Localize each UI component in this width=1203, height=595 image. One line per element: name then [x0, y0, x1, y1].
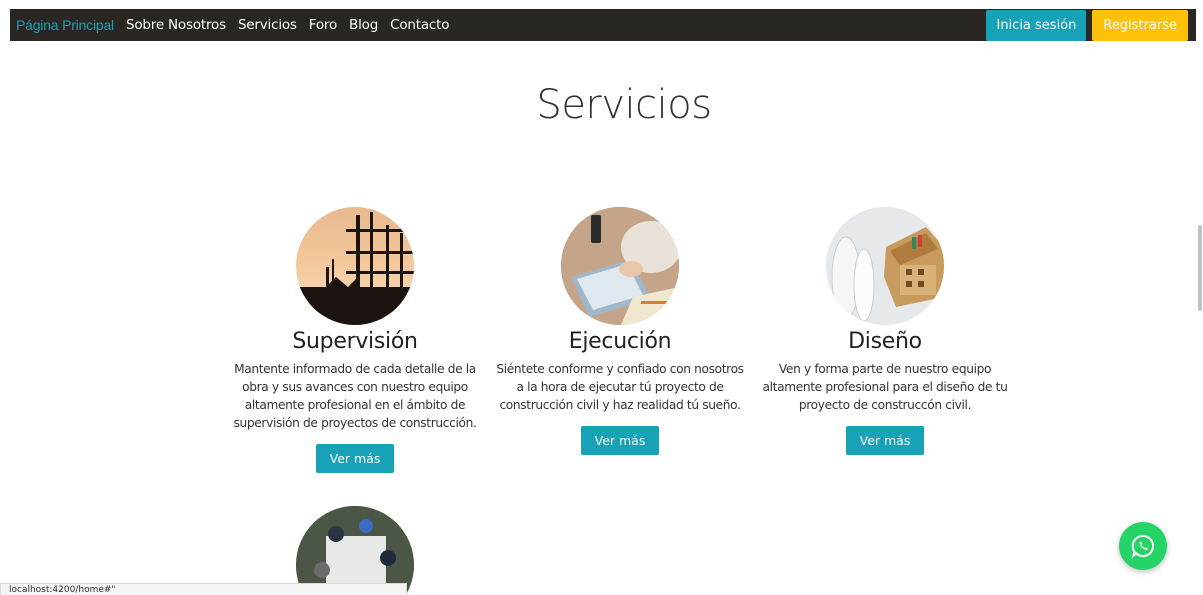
nav-auth-buttons: Inicia sesión Registrarse	[986, 9, 1196, 41]
card-text: Ven y forma parte de nuestro equipo alta…	[762, 362, 1008, 412]
scrollbar-thumb[interactable]	[1198, 225, 1202, 311]
section-title: Servicios	[536, 82, 712, 128]
service-card-execution: Ejecución Siéntete conforme y confiado c…	[495, 207, 745, 455]
browser-status-bar: localhost:4200/home#"	[0, 583, 407, 595]
card-text: Mantente informado de cada detalle de la…	[233, 362, 477, 430]
login-button[interactable]: Inicia sesión	[986, 9, 1087, 41]
nav-links: Página Principal Sobre Nosotros Servicio…	[10, 9, 461, 41]
whatsapp-icon	[1131, 534, 1155, 559]
nav-link-about[interactable]: Sobre Nosotros	[126, 17, 226, 33]
construction-silhouette-image	[296, 207, 414, 325]
see-more-button[interactable]: Ver más	[316, 444, 394, 473]
nav-link-contact[interactable]: Contacto	[390, 17, 449, 33]
nav-link-forum[interactable]: Foro	[309, 17, 337, 33]
laptop-work-image	[561, 207, 679, 325]
nav-link-home[interactable]: Página Principal	[16, 17, 114, 33]
card-title: Diseño	[848, 329, 922, 354]
card-title: Supervisión	[292, 329, 418, 354]
service-card-supervision: Supervisión Mantente informado de cada d…	[230, 207, 480, 473]
nav-link-services[interactable]: Servicios	[238, 17, 297, 33]
see-more-button[interactable]: Ver más	[581, 426, 659, 455]
nav-link-blog[interactable]: Blog	[349, 17, 378, 33]
see-more-button[interactable]: Ver más	[846, 426, 924, 455]
service-card-fourth	[230, 506, 480, 595]
top-navbar: Página Principal Sobre Nosotros Servicio…	[10, 9, 1196, 41]
register-button[interactable]: Registrarse	[1092, 9, 1188, 41]
card-text: Siéntete conforme y confiado con nosotro…	[496, 362, 744, 412]
blueprint-model-image	[826, 207, 944, 325]
meeting-image	[296, 506, 414, 595]
card-title: Ejecución	[568, 329, 672, 354]
whatsapp-button[interactable]	[1119, 522, 1167, 570]
service-card-design: Diseño Ven y forma parte de nuestro equi…	[760, 207, 1010, 455]
